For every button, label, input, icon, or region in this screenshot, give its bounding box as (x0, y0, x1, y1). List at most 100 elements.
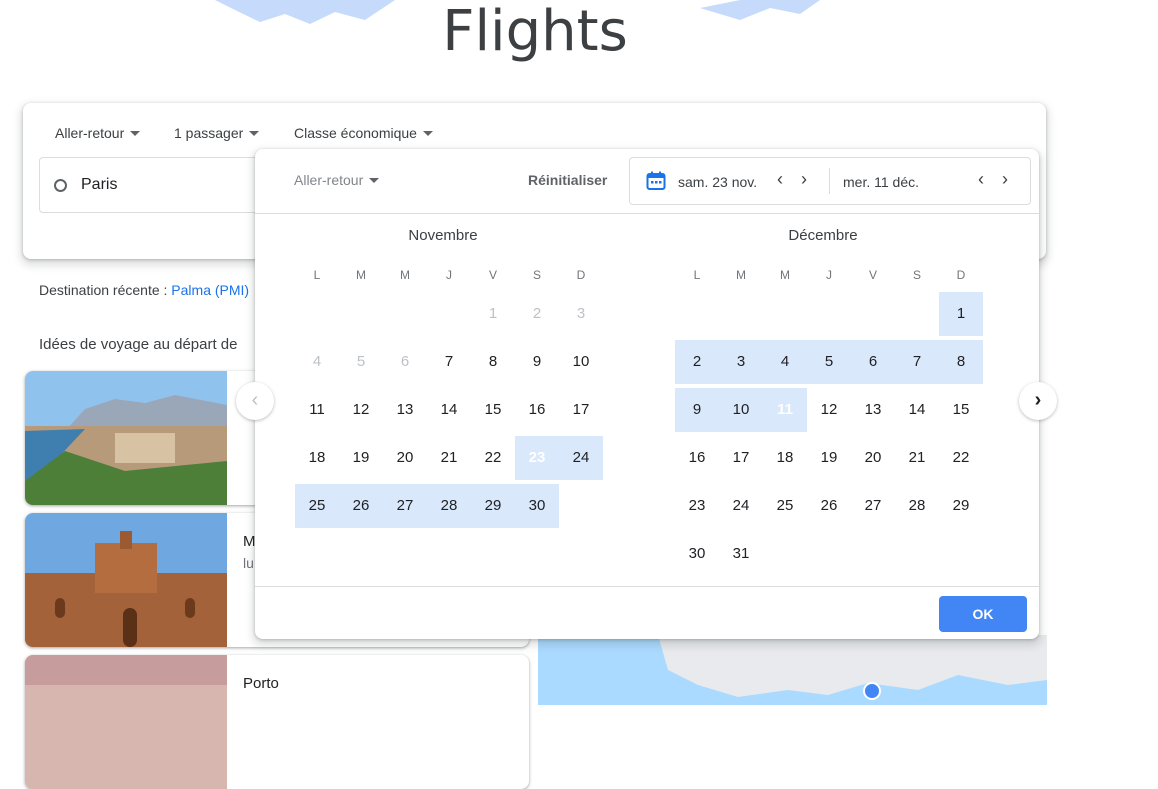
map[interactable] (538, 635, 1047, 705)
origin-value: Paris (81, 176, 118, 193)
caret-down-icon (130, 130, 141, 136)
reset-button[interactable]: Réinitialiser (528, 172, 607, 188)
calendar-day[interactable]: 16 (515, 388, 559, 432)
destination-card[interactable]: Porto (25, 655, 529, 789)
calendar-day[interactable]: 9 (515, 340, 559, 384)
calendar-day[interactable]: 13 (851, 388, 895, 432)
calendar-day: 2 (532, 305, 542, 322)
calendar-day[interactable]: 12 (339, 388, 383, 432)
weekday-label: V (868, 268, 877, 282)
calendar-day[interactable]: 26 (339, 484, 383, 528)
trip-type-dropdown[interactable]: Aller-retour (55, 125, 141, 141)
calendar-day[interactable]: 8 (471, 340, 515, 384)
calendar-day[interactable]: 17 (559, 388, 603, 432)
passengers-dropdown[interactable]: 1 passager (174, 125, 260, 141)
weekday-label: D (956, 268, 966, 282)
origin-field[interactable]: Paris (39, 157, 291, 213)
weekday-label: L (693, 268, 701, 282)
calendar-day: 1 (488, 305, 498, 322)
calendar-day[interactable]: 30 (515, 484, 559, 528)
prev-month-chevron-icon[interactable]: ‹ (236, 382, 274, 420)
return-prev-chevron-icon[interactable]: ‹ (971, 170, 991, 190)
cabin-class-dropdown[interactable]: Classe économique (294, 125, 433, 141)
calendar-day[interactable]: 9 (675, 388, 719, 432)
weekday-label: S (912, 268, 921, 282)
calendar-day[interactable]: 18 (295, 436, 339, 480)
travel-ideas-heading: Idées de voyage au départ de (39, 336, 238, 353)
calendar-icon (646, 171, 666, 190)
calendar-day[interactable]: 14 (427, 388, 471, 432)
calendar-day[interactable]: 4 (763, 340, 807, 384)
calendar-day[interactable]: 19 (339, 436, 383, 480)
calendar-day[interactable]: 13 (383, 388, 427, 432)
calendar-day[interactable]: 28 (895, 484, 939, 528)
calendar-day[interactable]: 20 (851, 436, 895, 480)
weekday-label: V (488, 268, 497, 282)
calendar-day[interactable]: 2 (675, 340, 719, 384)
calendar-day[interactable]: 12 (807, 388, 851, 432)
return-next-chevron-icon[interactable]: › (995, 170, 1015, 190)
calendar-day[interactable]: 24 (559, 436, 603, 480)
calendar-day: 3 (576, 305, 586, 322)
calendar-day[interactable]: 15 (471, 388, 515, 432)
return-date[interactable]: mer. 11 déc. (843, 174, 919, 190)
calendar-day[interactable]: 29 (471, 484, 515, 528)
caret-down-icon (369, 177, 380, 183)
next-month-chevron-icon[interactable]: › (1019, 382, 1057, 420)
calendar-day[interactable]: 16 (675, 436, 719, 480)
calendar-day[interactable]: 25 (763, 484, 807, 528)
calendar-day[interactable]: 17 (719, 436, 763, 480)
departure-date[interactable]: sam. 23 nov. (678, 174, 757, 190)
calendar-day[interactable]: 29 (939, 484, 983, 528)
departure-prev-chevron-icon[interactable]: ‹ (770, 170, 790, 190)
calendar-day[interactable]: 15 (939, 388, 983, 432)
calendar-day[interactable]: 10 (559, 340, 603, 384)
calendar-day[interactable]: 23 (675, 484, 719, 528)
departure-next-chevron-icon[interactable]: › (794, 170, 814, 190)
weekday-label: S (532, 268, 541, 282)
calendar-day[interactable]: 28 (427, 484, 471, 528)
calendar-day[interactable]: 6 (851, 340, 895, 384)
calendar-day[interactable]: 31 (719, 532, 763, 576)
trip-type-label: Aller-retour (55, 125, 125, 141)
picker-trip-type-label: Aller-retour (294, 172, 364, 188)
calendar-day[interactable]: 10 (719, 388, 763, 432)
calendar-day[interactable]: 19 (807, 436, 851, 480)
selected-day[interactable]: 11 (763, 388, 807, 432)
recent-destination-link[interactable]: Palma (PMI) (171, 282, 249, 298)
calendar-day[interactable]: 25 (295, 484, 339, 528)
selected-day[interactable]: 23 (515, 436, 559, 480)
calendar-day[interactable]: 5 (807, 340, 851, 384)
ok-button[interactable]: OK (939, 596, 1027, 632)
page-title: Flights (442, 0, 628, 64)
calendar-day[interactable]: 1 (939, 292, 983, 336)
calendar-day[interactable]: 20 (383, 436, 427, 480)
weekday-label: M (780, 268, 790, 282)
recent-destination-label: Destination récente : (39, 282, 168, 298)
recent-destination: Destination récente : Palma (PMI) (39, 282, 249, 298)
calendar-day[interactable]: 11 (295, 388, 339, 432)
month-title: Décembre (788, 227, 858, 244)
caret-down-icon (422, 130, 433, 136)
calendar-day[interactable]: 7 (895, 340, 939, 384)
date-picker-popup: Aller-retour Réinitialiser sam. 23 nov. … (255, 149, 1039, 639)
calendar-day[interactable]: 8 (939, 340, 983, 384)
picker-trip-type-dropdown[interactable]: Aller-retour (294, 172, 380, 188)
weekday-label: M (356, 268, 366, 282)
calendar-day[interactable]: 7 (427, 340, 471, 384)
calendar-day[interactable]: 14 (895, 388, 939, 432)
calendar-day[interactable]: 24 (719, 484, 763, 528)
calendar-day[interactable]: 27 (851, 484, 895, 528)
calendar-day[interactable]: 22 (471, 436, 515, 480)
calendar-day[interactable]: 3 (719, 340, 763, 384)
weekday-label: J (446, 268, 452, 282)
calendar-day[interactable]: 22 (939, 436, 983, 480)
calendar-day[interactable]: 21 (895, 436, 939, 480)
calendar-day[interactable]: 30 (675, 532, 719, 576)
calendar-day: 6 (400, 353, 410, 370)
calendar-day[interactable]: 18 (763, 436, 807, 480)
calendar-day[interactable]: 21 (427, 436, 471, 480)
calendar-day[interactable]: 27 (383, 484, 427, 528)
date-range-box: sam. 23 nov. ‹ › mer. 11 déc. ‹ › (629, 157, 1031, 205)
calendar-day[interactable]: 26 (807, 484, 851, 528)
